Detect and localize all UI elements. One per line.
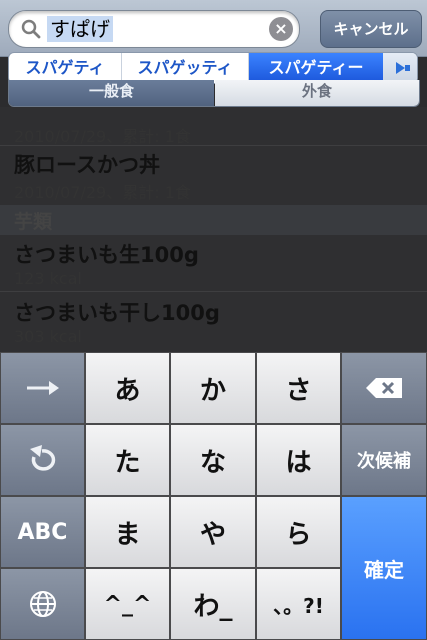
globe-icon [29, 591, 56, 617]
meal-type-segment: 一般食 外食 [8, 80, 420, 107]
search-icon [21, 19, 41, 39]
search-input[interactable]: すぱげ [47, 16, 113, 42]
section-title: 芋類 [14, 211, 53, 233]
key-ya[interactable]: や [170, 496, 256, 568]
key-ra[interactable]: ら [256, 496, 341, 568]
japanese-keyboard: あ か さ た な は 次候補 ABC ま や ら 確定 ^_^ わ_ 、。?! [0, 352, 427, 640]
next-candidate-key[interactable]: 次候補 [341, 424, 427, 496]
delete-key[interactable] [341, 352, 427, 424]
candidate-item[interactable]: スパゲティ [9, 53, 122, 83]
divider [0, 291, 427, 292]
chevron-right-icon [396, 62, 410, 74]
backspace-icon [366, 378, 402, 398]
cancel-button[interactable]: キャンセル [320, 10, 422, 48]
food-list: 2010/07/29、累計: 1食 豚ロースかつ丼 2010/07/29、累計:… [0, 107, 427, 352]
segment-dineout[interactable]: 外食 [215, 80, 419, 106]
search-bar: すぱげ × キャンセル [0, 0, 427, 57]
globe-key[interactable] [0, 568, 85, 640]
key-emoticon[interactable]: ^_^ [85, 568, 170, 640]
key-punctuation[interactable]: 、。?! [256, 568, 341, 640]
key-wa[interactable]: わ_ [170, 568, 256, 640]
candidate-item[interactable]: スパゲッティ [122, 53, 249, 83]
confirm-key[interactable]: 確定 [341, 496, 427, 640]
more-candidates-button[interactable] [383, 53, 417, 83]
key-ha[interactable]: は [256, 424, 341, 496]
list-item-title[interactable]: さつまいも干し100g [14, 297, 220, 327]
list-item-detail: 123 kcal [14, 269, 82, 288]
key-a[interactable]: あ [85, 352, 170, 424]
list-item-detail: 2010/07/29、累計: 1食 [14, 183, 191, 202]
key-sa[interactable]: さ [256, 352, 341, 424]
arrow-right-key[interactable] [0, 352, 85, 424]
key-ka[interactable]: か [170, 352, 256, 424]
undo-icon [29, 445, 55, 471]
divider [0, 145, 427, 146]
key-na[interactable]: な [170, 424, 256, 496]
list-item-title[interactable]: 豚ロースかつ丼 [14, 149, 160, 179]
segment-general[interactable]: 一般食 [9, 80, 214, 106]
list-item-detail: 303 kcal [14, 327, 82, 346]
search-field[interactable]: すぱげ × [8, 10, 300, 48]
key-ma[interactable]: ま [85, 496, 170, 568]
list-item-title[interactable]: さつまいも生100g [14, 239, 199, 269]
list-item-detail: 2010/07/29、累計: 1食 [14, 127, 191, 146]
abc-key[interactable]: ABC [0, 496, 85, 568]
undo-key[interactable] [0, 424, 85, 496]
section-header: 芋類 [0, 205, 427, 235]
key-ta[interactable]: た [85, 424, 170, 496]
candidate-item-selected[interactable]: スパゲティー [249, 53, 384, 83]
clear-icon[interactable]: × [269, 17, 293, 41]
arrow-right-icon [26, 381, 59, 395]
